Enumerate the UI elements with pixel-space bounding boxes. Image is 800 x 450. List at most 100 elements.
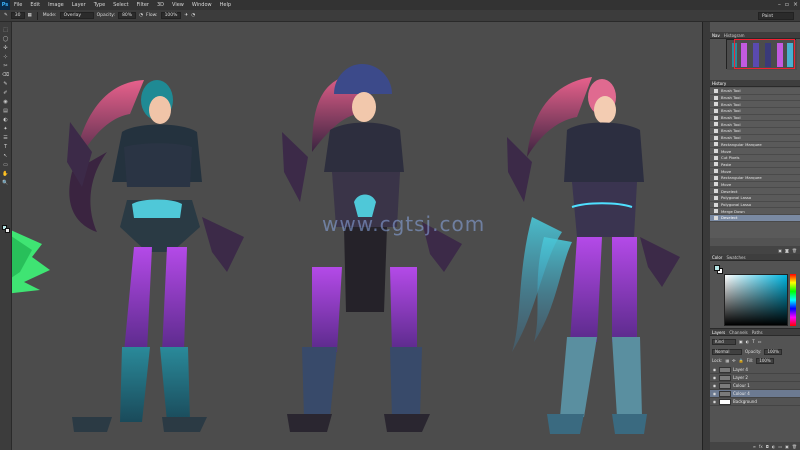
history-item[interactable]: Brush Tool	[710, 115, 800, 122]
filter-type-icon[interactable]: T	[752, 339, 754, 344]
layer-name[interactable]: Layer 2	[733, 375, 748, 380]
menu-edit[interactable]: Edit	[26, 2, 44, 8]
tab-navigator[interactable]: Nav	[712, 33, 720, 38]
layer-kind-select[interactable]: Kind	[712, 338, 736, 345]
menu-file[interactable]: File	[10, 2, 26, 8]
eye-icon[interactable]: ◉	[712, 391, 717, 396]
history-item[interactable]: Deselect	[710, 188, 800, 195]
layer-name[interactable]: Background	[733, 399, 757, 404]
folder-icon[interactable]: ▭	[778, 444, 782, 449]
adjustment-icon[interactable]: ◐	[772, 444, 776, 449]
background-color-swatch[interactable]	[5, 228, 10, 233]
history-item[interactable]: Brush Tool	[710, 101, 800, 109]
hue-slider[interactable]	[790, 274, 796, 326]
history-item[interactable]: Paste	[710, 162, 800, 169]
foreground-color-chip[interactable]	[714, 265, 720, 271]
minimize-button[interactable]: –	[778, 1, 781, 8]
history-item[interactable]: Cut Pixels	[710, 155, 800, 162]
shape-tool-icon[interactable]: ▭	[2, 162, 10, 169]
history-item[interactable]: Brush Tool	[710, 135, 800, 142]
tab-color[interactable]: Color	[712, 255, 722, 260]
menu-window[interactable]: Window	[188, 2, 216, 8]
layer-row[interactable]: ◉ Layer 2	[710, 374, 800, 382]
flow-field[interactable]: 100%	[160, 12, 182, 19]
tab-histogram[interactable]: Histogram	[724, 33, 745, 38]
zoom-tool-icon[interactable]: 🔍	[2, 180, 10, 187]
dodge-tool-icon[interactable]: ◐	[2, 117, 10, 124]
tab-swatches[interactable]: Swatches	[726, 255, 745, 260]
color-picker-field[interactable]	[724, 274, 788, 326]
menu-view[interactable]: View	[168, 2, 188, 8]
layer-row[interactable]: ◉ Colour 1	[710, 382, 800, 390]
history-item[interactable]: Brush Tool	[710, 108, 800, 115]
new-snapshot-icon[interactable]: ▣	[778, 248, 782, 253]
menu-select[interactable]: Select	[109, 2, 132, 8]
airbrush-icon[interactable]: ✈	[184, 13, 188, 18]
new-layer-icon[interactable]: ▣	[785, 444, 789, 449]
history-item[interactable]: Deselect	[710, 215, 800, 222]
maximize-button[interactable]: ▫	[785, 1, 789, 8]
hand-tool-icon[interactable]: ✋	[2, 171, 10, 178]
workspace-select[interactable]: Paint	[758, 12, 794, 20]
history-item[interactable]: Polygonal Lasso	[710, 202, 800, 209]
quick-select-tool-icon[interactable]: ⊹	[2, 54, 10, 61]
history-item[interactable]: Rectangular Marquee	[710, 142, 800, 149]
link-icon[interactable]: ∞	[753, 444, 756, 449]
eye-icon[interactable]: ◉	[712, 367, 717, 372]
layer-name[interactable]: Layer 4	[733, 367, 748, 372]
pencil-tool-icon[interactable]: ✐	[2, 90, 10, 97]
menu-3d[interactable]: 3D	[153, 2, 168, 8]
menu-layer[interactable]: Layer	[68, 2, 90, 8]
history-item[interactable]: Rectangular Marquee	[710, 175, 800, 182]
brush-icon[interactable]: ✎	[4, 13, 8, 18]
eye-icon[interactable]: ◉	[712, 399, 717, 404]
menu-image[interactable]: Image	[44, 2, 68, 8]
brush-panel-icon[interactable]: ▦	[28, 13, 32, 18]
document-canvas[interactable]: www.cgtsj.com	[12, 22, 702, 450]
history-item[interactable]: Polygonal Lasso	[710, 195, 800, 202]
crop-tool-icon[interactable]: ✂	[2, 63, 10, 70]
menu-filter[interactable]: Filter	[133, 2, 153, 8]
menu-help[interactable]: Help	[216, 2, 235, 8]
history-item[interactable]: Move	[710, 182, 800, 189]
mode-select[interactable]: Overlay	[59, 12, 94, 19]
type-tool-icon[interactable]: T	[2, 144, 10, 151]
history-item[interactable]: Brush Tool	[710, 128, 800, 135]
filter-adjust-icon[interactable]: ◐	[746, 339, 750, 344]
tab-layers[interactable]: Layers	[712, 330, 725, 335]
history-item[interactable]: Brush Tool	[710, 95, 800, 102]
lock-position-icon[interactable]: ✣	[732, 358, 735, 363]
layer-row[interactable]: ◉ Background	[710, 398, 800, 406]
lasso-tool-icon[interactable]: ◯	[2, 36, 10, 43]
mask-icon[interactable]: ◘	[766, 444, 769, 449]
pressure-size-icon[interactable]: ◔	[191, 13, 195, 18]
eye-icon[interactable]: ◉	[712, 383, 717, 388]
layer-name[interactable]: Colour 1	[733, 383, 750, 388]
history-brush-tool-icon[interactable]: ▤	[2, 108, 10, 115]
history-item[interactable]: Merge Down	[710, 208, 800, 216]
trash-icon[interactable]: 🗑	[792, 444, 797, 449]
brush-tool-icon[interactable]: ✎	[2, 81, 10, 88]
eye-icon[interactable]: ◉	[712, 375, 717, 380]
layer-row[interactable]: ◉ Layer 4	[710, 366, 800, 374]
tab-channels[interactable]: Channels	[729, 330, 748, 335]
history-item[interactable]: Brush Tool	[710, 121, 800, 129]
filter-shape-icon[interactable]: ▭	[758, 339, 762, 344]
trash-icon[interactable]: 🗑	[792, 248, 797, 253]
path-select-tool-icon[interactable]: ↖	[2, 153, 10, 160]
smudge-tool-icon[interactable]: ✦	[2, 126, 10, 133]
opacity-field[interactable]: 80%	[118, 12, 137, 19]
history-list[interactable]: Brush Tool Brush Tool Brush Tool Brush Tool…	[710, 88, 800, 238]
brush-size-field[interactable]: 30	[10, 12, 25, 19]
history-item[interactable]: Brush Tool	[710, 88, 800, 95]
navigator-view-frame[interactable]	[734, 39, 795, 69]
pressure-opacity-icon[interactable]: ◔	[139, 13, 143, 18]
tab-history[interactable]: History	[712, 81, 726, 86]
menu-type[interactable]: Type	[90, 2, 109, 8]
blend-mode-select[interactable]: Normal	[712, 348, 742, 355]
close-button[interactable]: ×	[793, 1, 798, 8]
tab-paths[interactable]: Paths	[752, 330, 763, 335]
layer-opacity-field[interactable]: 100%	[764, 348, 782, 355]
fx-icon[interactable]: fx	[759, 444, 763, 449]
stamp-tool-icon[interactable]: ◉	[2, 99, 10, 106]
